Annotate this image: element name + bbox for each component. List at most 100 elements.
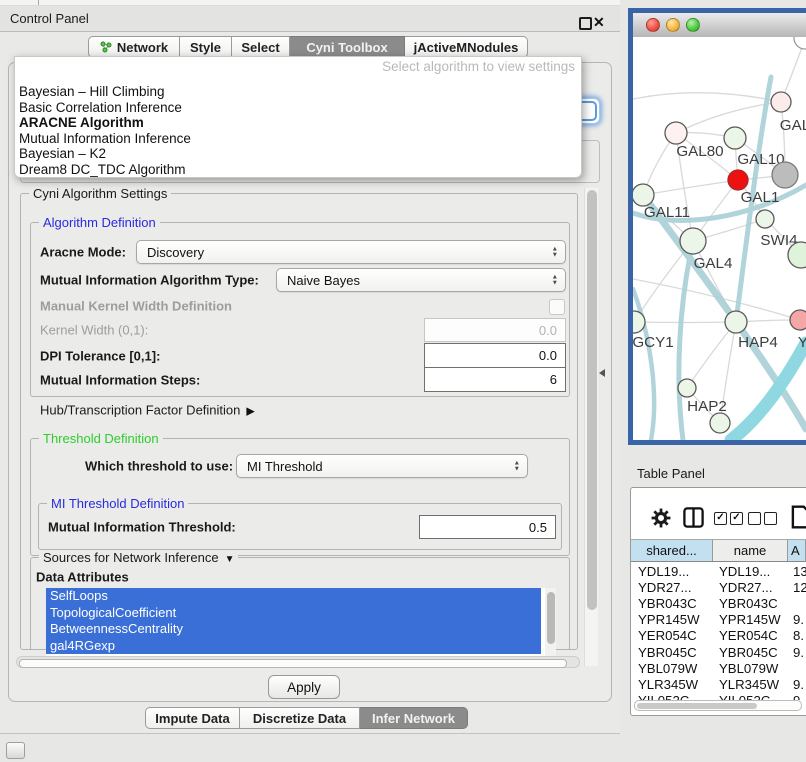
deselect-all-checks-icon[interactable]: [748, 512, 777, 525]
attribute-item-selected[interactable]: SelfLoops: [46, 588, 541, 605]
data-attributes-list[interactable]: SelfLoopsTopologicalCoefficientBetweenne…: [46, 588, 556, 656]
node-gal1[interactable]: [728, 170, 748, 190]
float-panel-icon[interactable]: [579, 17, 592, 30]
table-cell: YER054C: [631, 628, 713, 643]
table-row[interactable]: YDR27...YDR27...12: [631, 579, 806, 595]
tab-cyni-toolbox[interactable]: Cyni Toolbox: [290, 36, 405, 58]
zoom-window-icon[interactable]: [686, 18, 700, 32]
aracne-mode-value: Discovery: [147, 245, 204, 260]
gear-icon[interactable]: [650, 507, 672, 529]
tab-select[interactable]: Select: [232, 36, 290, 58]
tab-jactivemnodules[interactable]: jActiveMNodules: [405, 36, 528, 58]
column-header[interactable]: name: [713, 540, 788, 561]
table-horizontal-scrollbar[interactable]: [634, 700, 802, 711]
pane-resize-arrow[interactable]: [599, 369, 605, 377]
hub-definition-toggle[interactable]: Hub/Transcription Factor Definition▶: [40, 403, 255, 418]
tab-label: Discretize Data: [253, 711, 346, 726]
spinner-arrows-icon: ▲▼: [514, 461, 520, 472]
manual-kernel-checkbox[interactable]: [549, 299, 565, 315]
algorithm-dropdown-popup: Select algorithm to view settings Bayesi…: [14, 56, 582, 178]
table-row[interactable]: YPR145WYPR145W9.: [631, 612, 806, 628]
table-hscroll-thumb[interactable]: [637, 703, 757, 709]
apply-button[interactable]: Apply: [268, 675, 340, 699]
mi-threshold-field[interactable]: 0.5: [419, 515, 556, 539]
spinner-arrows-icon: ▲▼: [552, 275, 558, 286]
node-swi4[interactable]: [756, 210, 774, 228]
tab-label: Network: [117, 40, 168, 55]
screen: Control Panel ✕ Network StyleSelectCyni T…: [0, 0, 806, 762]
table-cell: 9.: [788, 612, 806, 627]
tab-impute-data[interactable]: Impute Data: [145, 707, 240, 729]
node-hap2[interactable]: [678, 379, 696, 397]
table-row[interactable]: YIL052CYIL052C9: [631, 693, 806, 701]
table-cell: YER054C: [713, 628, 788, 643]
data-attributes-label: Data Attributes: [36, 570, 129, 585]
node-gal11[interactable]: [633, 184, 654, 206]
table-row[interactable]: YBR043CYBR043C: [631, 595, 806, 611]
tab-discretize-data[interactable]: Discretize Data: [240, 707, 360, 729]
file-icon[interactable]: [788, 504, 806, 530]
control-panel-titlebar: Control Panel ✕: [0, 6, 620, 32]
collapsed-panel-button[interactable]: [6, 742, 25, 759]
table-row[interactable]: YDL19...YDL19...13: [631, 563, 806, 579]
table-row[interactable]: YBL079WYBL079W: [631, 660, 806, 676]
network-window-titlebar: [633, 13, 806, 38]
algorithm-option[interactable]: Dream8 DC_TDC Algorithm: [19, 162, 577, 178]
node-hap4[interactable]: [725, 311, 747, 333]
node-gal-top[interactable]: [771, 92, 791, 112]
attribute-item-selected[interactable]: TopologicalCoefficient: [46, 605, 541, 622]
column-header[interactable]: shared...: [631, 540, 713, 561]
table-row[interactable]: YER054CYER054C8.: [631, 628, 806, 644]
table-row[interactable]: YBR045CYBR045C9.: [631, 644, 806, 660]
tab-network[interactable]: Network: [88, 36, 180, 58]
algorithm-options-list: Bayesian – Hill ClimbingBasic Correlatio…: [19, 84, 577, 177]
node-gal80-label: GAL80: [676, 143, 723, 160]
algorithm-option[interactable]: Bayesian – Hill Climbing: [19, 84, 577, 100]
node-pink-right[interactable]: [790, 310, 806, 330]
dpi-tolerance-field[interactable]: 0.0: [424, 343, 566, 368]
algorithm-placeholder: Select algorithm to view settings: [382, 59, 575, 74]
settings-hscroll-thumb[interactable]: [19, 659, 567, 668]
table-cell: YDR27...: [631, 580, 713, 595]
tab-infer-network[interactable]: Infer Network: [360, 707, 468, 729]
which-threshold-select[interactable]: MI Threshold ▲▼: [236, 454, 528, 478]
attributes-list-scrollbar[interactable]: [545, 588, 556, 656]
algorithm-option[interactable]: Mutual Information Inference: [19, 131, 577, 147]
node-gal4[interactable]: [680, 228, 706, 254]
kernel-width-label: Kernel Width (0,1):: [40, 323, 148, 338]
algorithm-definition-title: Algorithm Definition: [39, 215, 160, 230]
table-cell: 13: [788, 564, 806, 579]
mi-steps-field[interactable]: 6: [424, 367, 566, 392]
settings-vscroll-thumb[interactable]: [587, 190, 597, 610]
minimize-window-icon[interactable]: [666, 18, 680, 32]
table-row[interactable]: YLR345WYLR345W9.: [631, 676, 806, 692]
column-header[interactable]: A: [788, 540, 806, 561]
node-gcy1-label: GCY1: [633, 334, 674, 351]
tab-label: Infer Network: [372, 711, 455, 726]
table-panel-title: Table Panel: [637, 466, 705, 481]
close-panel-icon[interactable]: ✕: [593, 14, 605, 31]
aracne-mode-select[interactable]: Discovery ▲▼: [136, 240, 566, 264]
tab-style[interactable]: Style: [180, 36, 232, 58]
table-cell: YLR345W: [713, 677, 788, 692]
settings-vertical-scrollbar[interactable]: [584, 188, 598, 666]
attribute-item-selected[interactable]: BetweennessCentrality: [46, 621, 541, 638]
node-gal1-label: GAL1: [741, 189, 780, 206]
node-bottom[interactable]: [710, 413, 730, 433]
mi-threshold-title: MI Threshold Definition: [47, 496, 188, 511]
network-canvas[interactable]: GALGAL80GAL10GAL1GAL11SWI4GAL4GCY1HAP4YH…: [633, 37, 806, 440]
settings-horizontal-scrollbar[interactable]: [16, 656, 580, 668]
mi-type-select[interactable]: Naive Bayes ▲▼: [276, 268, 566, 292]
node-gal80[interactable]: [665, 122, 687, 144]
select-all-checks-icon[interactable]: ✓✓: [714, 512, 743, 525]
mi-steps-label: Mutual Information Steps:: [40, 373, 200, 388]
node-gal10[interactable]: [724, 127, 746, 149]
node-top-partial[interactable]: [794, 37, 806, 49]
algorithm-option[interactable]: Bayesian – K2: [19, 146, 577, 162]
columns-icon[interactable]: [682, 506, 705, 529]
algorithm-option[interactable]: Basic Correlation Inference: [19, 100, 577, 116]
node-gray[interactable]: [772, 162, 798, 188]
algorithm-option[interactable]: ARACNE Algorithm: [19, 115, 577, 131]
attribute-item-selected[interactable]: gal4RGexp: [46, 638, 541, 655]
close-window-icon[interactable]: [646, 18, 660, 32]
